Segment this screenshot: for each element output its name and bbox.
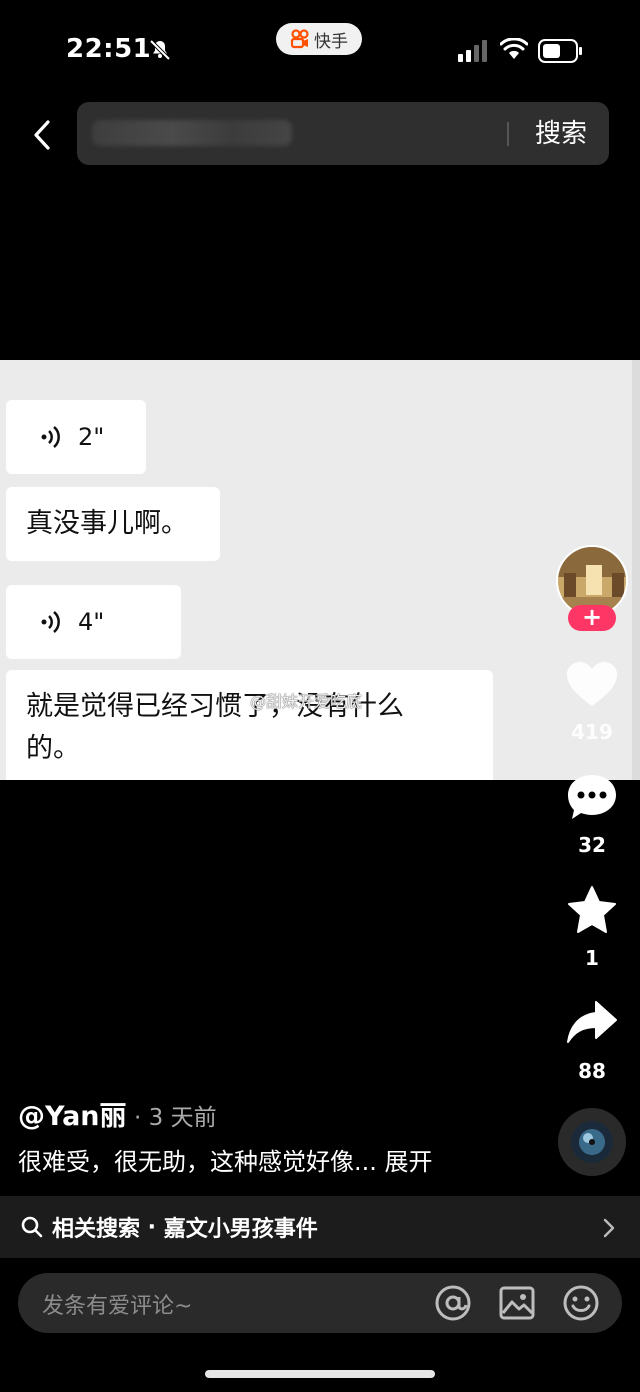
voice-message-1[interactable]: 2" (6, 400, 146, 474)
music-disc-image (571, 1121, 613, 1163)
voice-message-2[interactable]: 4" (6, 585, 181, 659)
wifi-icon (500, 38, 528, 59)
chat-screenshot-panel: 2" 真没事儿啊。 4" 就是觉得已经习惯了，没有什么 的。 @甜妹开爱吃底 (0, 360, 632, 780)
app-badge-label: 快手 (314, 31, 348, 52)
share-button[interactable] (562, 1000, 622, 1044)
app-badge[interactable]: 快手 (276, 23, 362, 55)
emoji-icon[interactable] (562, 1284, 600, 1322)
kuaishou-logo-icon (290, 29, 309, 49)
post-time: · 3 天前 (134, 1105, 217, 1131)
follow-button[interactable]: + (568, 605, 616, 631)
voice-duration: 2" (78, 423, 105, 451)
search-icon (21, 1216, 43, 1238)
chevron-right-icon (603, 1218, 615, 1238)
voice-icon (41, 611, 60, 633)
music-disc[interactable] (558, 1108, 626, 1176)
favorite-count: 1 (585, 946, 599, 970)
text-message-2: 就是觉得已经习惯了，没有什么 的。 (6, 670, 493, 780)
expand-link[interactable]: 展开 (377, 1148, 433, 1176)
related-search-query: 嘉文小男孩事件 (163, 1217, 318, 1242)
bell-off-icon (149, 39, 171, 61)
at-icon[interactable] (434, 1284, 472, 1322)
share-count: 88 (578, 1059, 606, 1083)
search-divider (507, 122, 509, 146)
message-text: 真没事儿啊。 (26, 508, 188, 539)
comment-icon (568, 775, 616, 819)
message-text-line2: 的。 (26, 733, 80, 764)
signal-icon (458, 40, 487, 62)
search-query-blurred (92, 120, 292, 146)
watermark: @甜妹开爱吃底 (250, 692, 363, 711)
search-button[interactable]: 搜索 (522, 114, 600, 154)
post-caption: 很难受，很无助，这种感觉好像... 展开 (18, 1142, 433, 1177)
panel-edge (632, 360, 640, 780)
like-button[interactable] (562, 660, 622, 708)
back-arrow-icon[interactable] (28, 118, 56, 152)
comment-count: 32 (578, 833, 606, 857)
like-count: 419 (571, 720, 613, 744)
battery-icon (538, 39, 582, 63)
voice-duration: 4" (78, 608, 105, 636)
related-search-prefix: 相关搜索 (52, 1217, 141, 1242)
status-time: 22:51 (66, 34, 152, 64)
comment-button[interactable] (562, 773, 622, 823)
share-icon (567, 1001, 617, 1043)
related-search-bar[interactable]: 相关搜索 · 嘉文小男孩事件 (0, 1196, 640, 1258)
star-icon (568, 886, 616, 933)
comment-placeholder: 发条有爱评论~ (42, 1294, 193, 1319)
favorite-button[interactable] (562, 885, 622, 935)
related-search-separator: · (140, 1214, 164, 1240)
caption-text: 很难受，很无助，这种感觉好像... (18, 1148, 377, 1176)
text-message-1: 真没事儿啊。 (6, 487, 220, 561)
home-indicator[interactable] (205, 1370, 435, 1378)
heart-icon (567, 662, 617, 706)
author-name[interactable]: @Yan丽 (18, 1094, 127, 1133)
voice-icon (41, 426, 60, 448)
image-icon[interactable] (499, 1285, 535, 1321)
